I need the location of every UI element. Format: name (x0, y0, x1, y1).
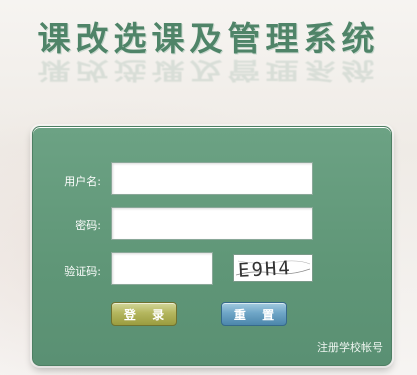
username-label: 用户名: (64, 175, 101, 188)
captcha-input[interactable] (111, 252, 213, 285)
login-panel: 用户名: 密码: 验证码: E9H4 登 录 重 置 注册学校帐号 (32, 126, 392, 366)
page-title-reflection-text: 课改选课及管理系统 (37, 56, 380, 85)
reset-button[interactable]: 重 置 (221, 302, 287, 326)
login-button[interactable]: 登 录 (111, 302, 177, 326)
header: 课改选课及管理系统 课改选课及管理系统 (0, 0, 417, 100)
captcha-graphic: E9H4 (235, 257, 311, 282)
username-input[interactable] (111, 162, 313, 195)
captcha-label: 验证码: (64, 265, 101, 278)
password-input[interactable] (111, 207, 313, 240)
page-title: 课改选课及管理系统 (37, 19, 380, 58)
password-label: 密码: (75, 219, 101, 232)
captcha-text: E9H4 (238, 257, 293, 281)
page-title-reflection: 课改选课及管理系统 (0, 55, 417, 89)
captcha-image[interactable]: E9H4 (233, 254, 313, 282)
register-school-account-link[interactable]: 注册学校帐号 (317, 339, 383, 355)
